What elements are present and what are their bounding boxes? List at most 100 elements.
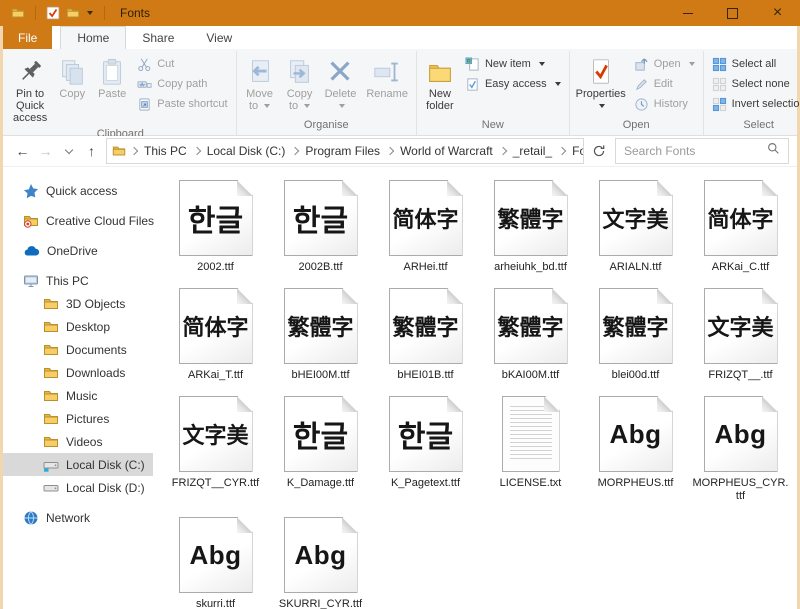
ribbon-group-label: Open: [573, 118, 700, 135]
file-blei00d-ttf[interactable]: 繁體字blei00d.ttf: [586, 288, 686, 382]
search-icon[interactable]: [767, 142, 780, 160]
sidebar-item-3d-objects[interactable]: 3D Objects: [3, 292, 153, 315]
breadcrumb-separator-icon[interactable]: [191, 148, 203, 154]
cut-button[interactable]: Cut: [132, 54, 232, 74]
open-button[interactable]: Open: [629, 54, 700, 74]
file-frizqt-cyr-ttf[interactable]: 文字美FRIZQT__CYR.ttf: [166, 396, 266, 503]
invert-selection-icon: [712, 97, 727, 112]
minimize-button[interactable]: [665, 0, 710, 26]
sidebar-item-desktop[interactable]: Desktop: [3, 315, 153, 338]
file-skurri-ttf[interactable]: Abgskurri.ttf: [166, 517, 266, 609]
select-none-button[interactable]: Select none: [707, 74, 800, 94]
sidebar-item-downloads[interactable]: Downloads: [3, 361, 153, 384]
font-file-icon: 文字美: [704, 288, 778, 364]
rename-button[interactable]: Rename: [361, 52, 413, 103]
sidebar-item-onedrive[interactable]: OneDrive: [3, 239, 153, 262]
qat-new-folder-button[interactable]: [63, 3, 83, 23]
file-2002b-ttf[interactable]: 한글2002B.ttf: [271, 180, 371, 274]
breadcrumb-separator-icon[interactable]: [497, 148, 509, 154]
page-fold: [762, 397, 777, 412]
breadcrumb-item-world-of-warcraft[interactable]: World of Warcraft: [396, 144, 497, 158]
select-all-button[interactable]: Select all: [707, 54, 800, 74]
file-license-txt[interactable]: LICENSE.txt: [481, 396, 581, 503]
edit-button[interactable]: Edit: [629, 74, 700, 94]
button-label: Rename: [366, 88, 408, 100]
file-arialn-ttf[interactable]: 文字美ARIALN.ttf: [586, 180, 686, 274]
breadcrumb-item-retail[interactable]: _retail_: [509, 144, 556, 158]
breadcrumb-item-this-pc[interactable]: This PC: [140, 144, 191, 158]
new-item-button[interactable]: New item: [460, 54, 566, 74]
up-button[interactable]: ↑: [80, 140, 103, 162]
sidebar-item-label: Local Disk (C:): [66, 458, 145, 472]
search-input[interactable]: [616, 144, 767, 158]
sidebar-item-documents[interactable]: Documents: [3, 338, 153, 361]
breadcrumb-separator-icon[interactable]: [289, 148, 301, 154]
sidebar-item-quick-access[interactable]: Quick access: [3, 179, 153, 202]
font-glyph-preview: 繁體字: [497, 202, 563, 234]
sidebar-item-network[interactable]: Network: [3, 506, 153, 529]
pin-to-quick-access-button[interactable]: Pin to Quick access: [8, 52, 52, 127]
forward-button[interactable]: →: [34, 140, 57, 162]
back-button[interactable]: ←: [11, 140, 34, 162]
paste-shortcut-button[interactable]: Paste shortcut: [132, 94, 232, 114]
new-folder-icon: [425, 55, 455, 88]
file-arheiuhk-bd-ttf[interactable]: 繁體字arheiuhk_bd.ttf: [481, 180, 581, 274]
sidebar-item-this-pc[interactable]: This PC: [3, 269, 153, 292]
file-k-damage-ttf[interactable]: 한글K_Damage.ttf: [271, 396, 371, 503]
recent-locations-chevron[interactable]: [57, 140, 80, 162]
breadcrumb-separator-icon[interactable]: [556, 148, 568, 154]
new-folder-button[interactable]: New folder: [420, 52, 460, 115]
file-bhei01b-ttf[interactable]: 繁體字bHEI01B.ttf: [376, 288, 476, 382]
refresh-button[interactable]: [587, 140, 611, 162]
address-box[interactable]: This PC Local Disk (C:) Program Files World…: [106, 138, 584, 164]
tab-home[interactable]: Home: [60, 26, 126, 49]
font-glyph-preview: 文字美: [707, 310, 773, 342]
sidebar-item-local-disk-d[interactable]: Local Disk (D:): [3, 476, 153, 499]
paste-button[interactable]: Paste: [92, 52, 132, 103]
sidebar-item-videos[interactable]: Videos: [3, 430, 153, 453]
close-button[interactable]: ×: [755, 0, 800, 26]
tab-share[interactable]: Share: [126, 26, 190, 49]
sidebar-item-music[interactable]: Music: [3, 384, 153, 407]
sidebar-item-local-disk-c[interactable]: Local Disk (C:): [3, 453, 153, 476]
history-button[interactable]: History: [629, 94, 700, 114]
invert-selection-button[interactable]: Invert selection: [707, 94, 800, 114]
sidebar-item-label: Downloads: [66, 366, 125, 380]
move-to-button[interactable]: Move to: [240, 52, 280, 115]
maximize-button[interactable]: [710, 0, 755, 26]
easy-access-button[interactable]: Easy access: [460, 74, 566, 94]
delete-button[interactable]: Delete: [320, 52, 362, 115]
qat-properties-button[interactable]: [43, 3, 63, 23]
ribbon-group-items: Select allSelect noneInvert selection: [707, 52, 800, 118]
tab-file[interactable]: File: [3, 26, 52, 49]
breadcrumb-item-fonts[interactable]: Fonts: [568, 144, 584, 158]
file-morpheus-cyr-ttf[interactable]: AbgMORPHEUS_CYR.ttf: [691, 396, 791, 503]
copy-to-button[interactable]: Copy to: [280, 52, 320, 115]
file-bhei00m-ttf[interactable]: 繁體字bHEI00M.ttf: [271, 288, 371, 382]
file-bkai00m-ttf[interactable]: 繁體字bKAI00M.ttf: [481, 288, 581, 382]
breadcrumb-separator-icon[interactable]: [128, 148, 140, 154]
file-skurri-cyr-ttf[interactable]: AbgSKURRI_CYR.ttf: [271, 517, 371, 609]
page-fold: [342, 397, 357, 412]
file-k-pagetext-ttf[interactable]: 한글K_Pagetext.ttf: [376, 396, 476, 503]
button-label: New item: [485, 58, 531, 70]
sidebar-item-creative-cloud-files[interactable]: Creative Cloud Files: [3, 209, 153, 232]
button-label: Open: [654, 58, 681, 70]
breadcrumb-separator-icon[interactable]: [384, 148, 396, 154]
properties-button[interactable]: Properties: [573, 52, 629, 115]
page-fold: [552, 181, 567, 196]
copy-button[interactable]: Copy: [52, 52, 92, 103]
file-arkai-t-ttf[interactable]: 简体字ARKai_T.ttf: [166, 288, 266, 382]
file-frizqt-ttf[interactable]: 文字美FRIZQT__.ttf: [691, 288, 791, 382]
file-arkai-c-ttf[interactable]: 简体字ARKai_C.ttf: [691, 180, 791, 274]
copy-path-button[interactable]: Copy path: [132, 74, 232, 94]
sidebar-item-pictures[interactable]: Pictures: [3, 407, 153, 430]
breadcrumb-item-program-files[interactable]: Program Files: [301, 144, 384, 158]
tab-view[interactable]: View: [190, 26, 248, 49]
file-arhei-ttf[interactable]: 简体字ARHei.ttf: [376, 180, 476, 274]
file-2002-ttf[interactable]: 한글2002.ttf: [166, 180, 266, 274]
search-box[interactable]: [615, 138, 789, 164]
file-morpheus-ttf[interactable]: AbgMORPHEUS.ttf: [586, 396, 686, 503]
qat-customize-chevron-icon[interactable]: [87, 11, 93, 15]
breadcrumb-item-local-disk-c[interactable]: Local Disk (C:): [203, 144, 290, 158]
